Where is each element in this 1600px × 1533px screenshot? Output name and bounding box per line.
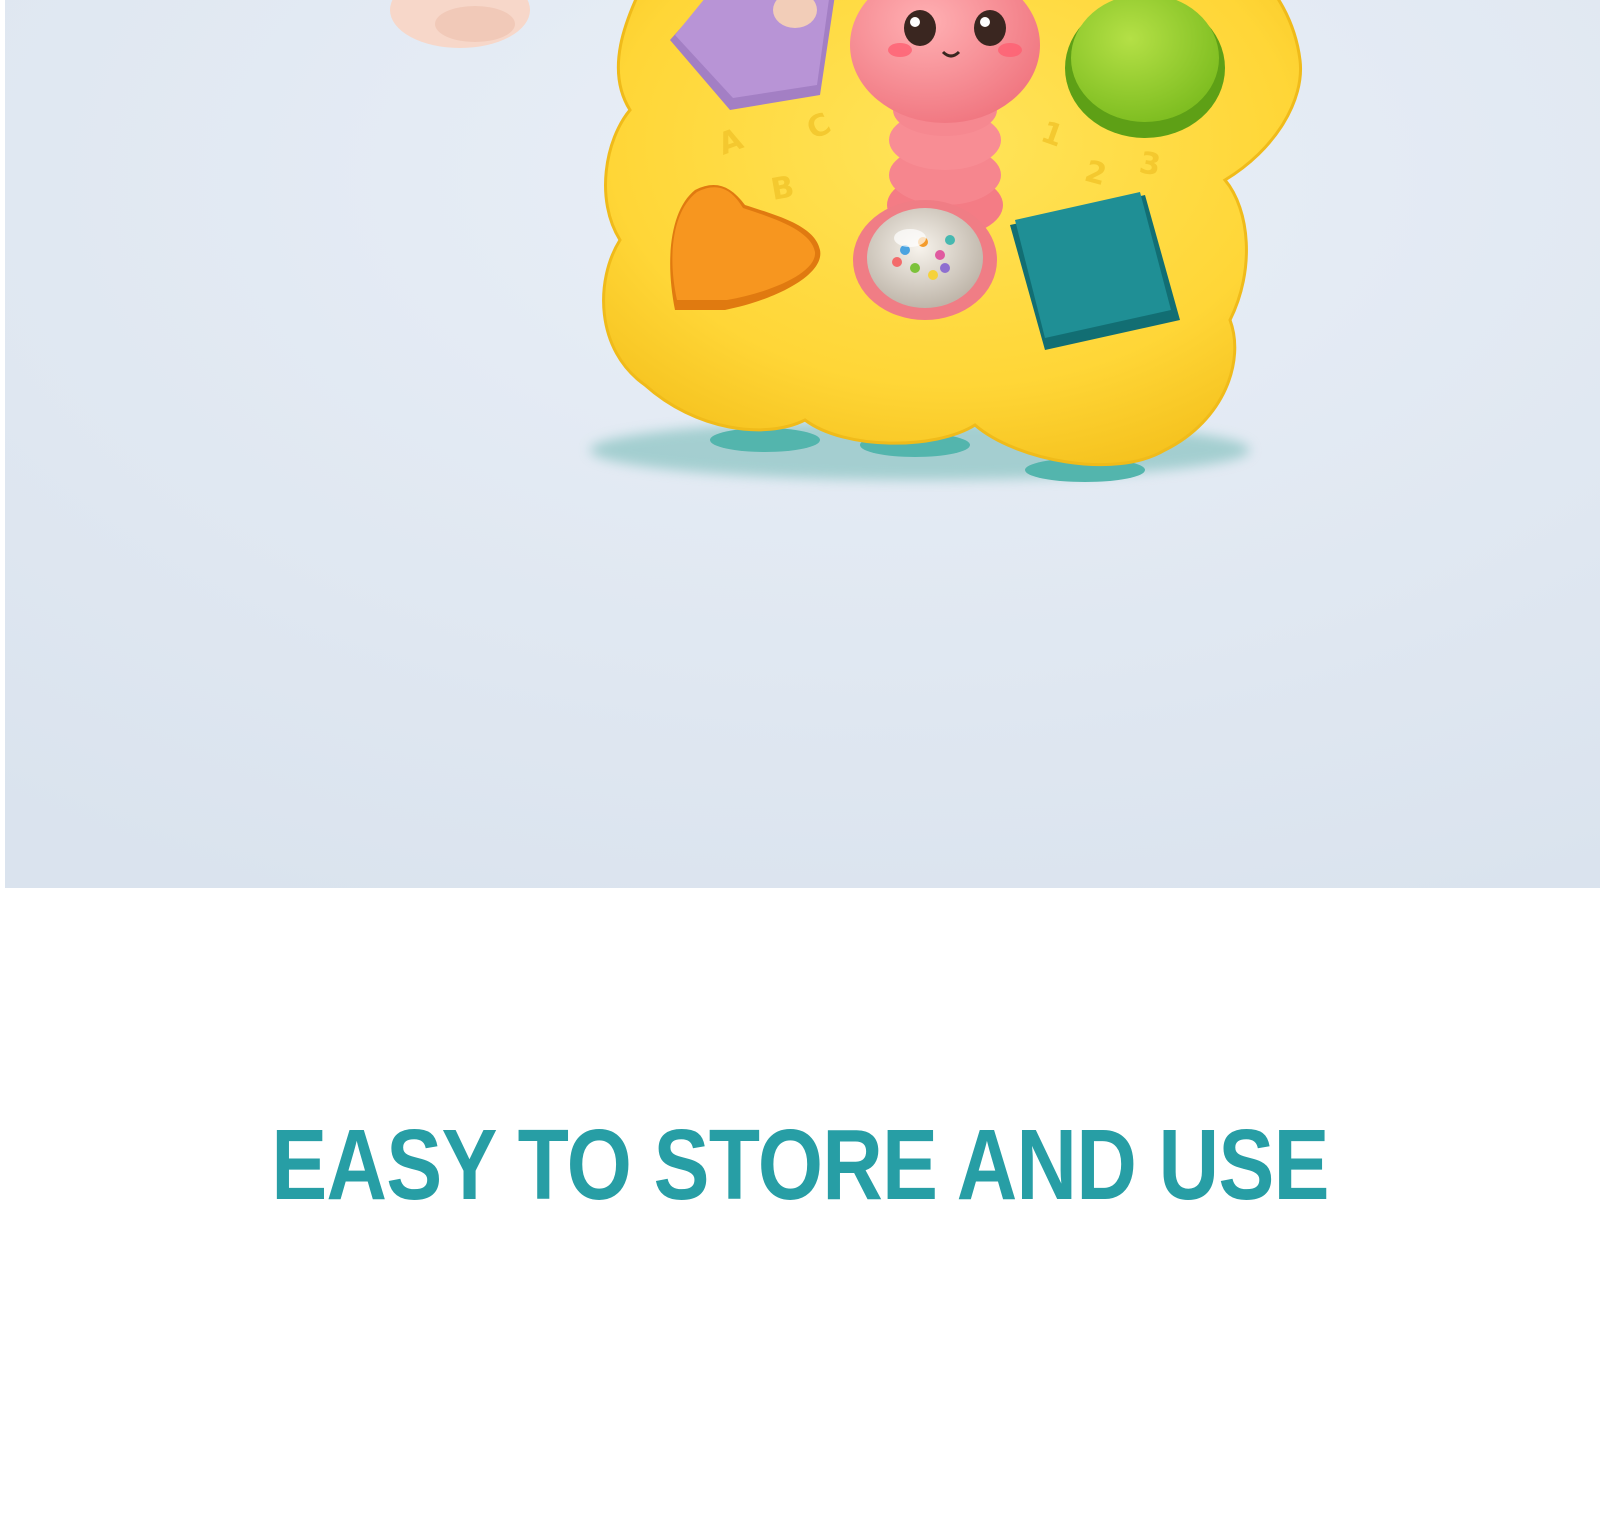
product-photo: A B C 1 2 3 (5, 0, 1600, 888)
shape-sorter-toy-image: A B C 1 2 3 (5, 0, 1600, 888)
green-circle-piece (1065, 0, 1225, 138)
headline: EASY TO STORE AND USE (271, 1109, 1329, 1221)
rattle-ball-piece (853, 200, 997, 320)
